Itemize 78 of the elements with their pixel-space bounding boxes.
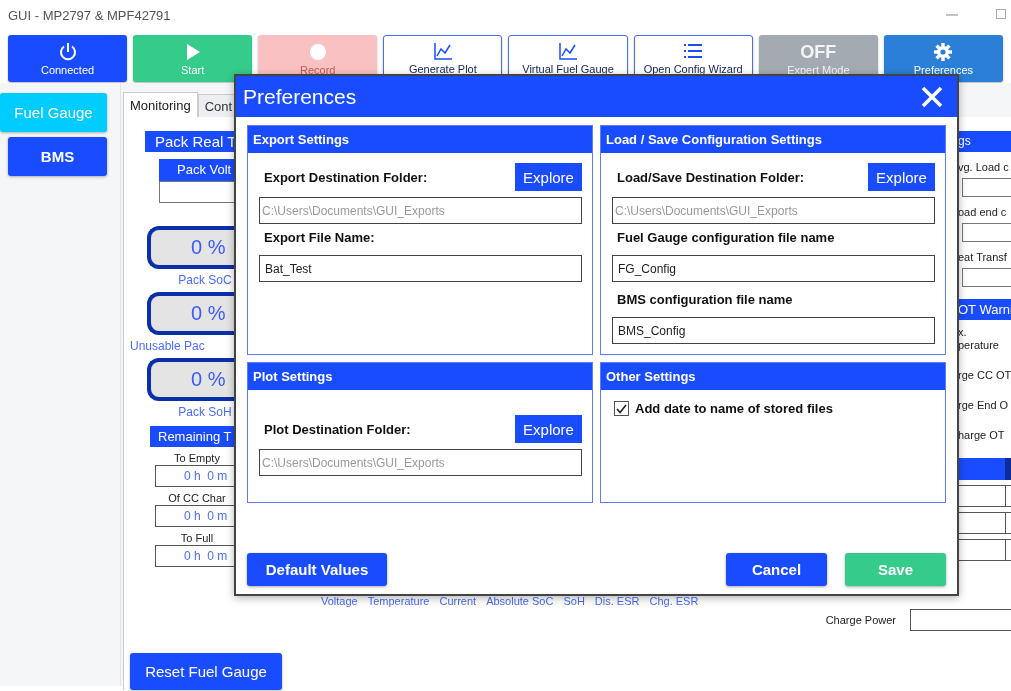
time-field: 0 h 0 m bbox=[155, 545, 235, 567]
time-label: To Full bbox=[179, 532, 215, 545]
button-label: Open Config Wizard bbox=[643, 63, 743, 75]
warning-label: rge End O bbox=[958, 399, 1010, 412]
button-label: Virtual Fuel Gauge bbox=[522, 63, 614, 75]
power-icon bbox=[57, 43, 78, 61]
button-label: Connected bbox=[40, 64, 95, 76]
field-label: Plot Destination Folder: bbox=[263, 421, 411, 437]
setting-field[interactable] bbox=[962, 178, 1011, 197]
field-label: Fuel Gauge configuration file name bbox=[616, 230, 836, 245]
column-label: SoH bbox=[563, 594, 585, 609]
button-label: Start bbox=[181, 64, 205, 76]
reset-fuel-gauge-button[interactable]: Reset Fuel Gauge bbox=[130, 653, 282, 690]
time-field: 0 h 0 m bbox=[155, 505, 235, 527]
explore-button[interactable]: Explore bbox=[515, 415, 582, 443]
default-values-button[interactable]: Default Values bbox=[247, 553, 387, 586]
card-header: Load / Save Configuration Settings bbox=[601, 126, 945, 153]
gauge-label: Unusable Pac bbox=[130, 339, 206, 353]
line-chart-icon bbox=[432, 42, 453, 60]
card-header: Other Settings bbox=[601, 363, 945, 390]
section-header: gs bbox=[958, 131, 1011, 152]
section-header: Remaining T bbox=[150, 426, 235, 447]
button-label: Record bbox=[300, 64, 336, 76]
text-field[interactable]: BMS_Config bbox=[612, 317, 935, 344]
mode-status-label: OFF bbox=[800, 43, 837, 61]
cancel-button[interactable]: Cancel bbox=[726, 553, 827, 586]
percent-display: 0 % bbox=[147, 226, 235, 269]
field-label: BMS configuration file name bbox=[616, 292, 794, 307]
charge-power-label: Charge Power bbox=[825, 614, 896, 626]
gauge-label: Pack SoH bbox=[177, 405, 233, 419]
button-label: Generate Plot bbox=[408, 63, 477, 75]
close-button[interactable] bbox=[921, 85, 943, 108]
record-icon bbox=[307, 43, 328, 61]
gauge-label: Pack SoC bbox=[177, 273, 233, 287]
setting-field[interactable] bbox=[962, 268, 1011, 287]
field-label: Export File Name: bbox=[263, 230, 376, 245]
column-label: Voltage bbox=[321, 594, 358, 609]
field-label: Export Destination Folder: bbox=[263, 169, 428, 185]
text-field[interactable]: Bat_Test bbox=[259, 255, 582, 282]
close-icon bbox=[921, 85, 943, 108]
field-label: Load/Save Destination Folder: bbox=[616, 169, 805, 185]
warning-label: harge OT bbox=[958, 429, 1006, 442]
setting-label: eat Transf bbox=[958, 251, 1008, 264]
line-chart-icon bbox=[558, 42, 579, 60]
setting-field[interactable] bbox=[962, 223, 1011, 242]
card-header: Plot Settings bbox=[248, 363, 592, 390]
column-label: Temperature bbox=[367, 594, 430, 609]
explore-button[interactable]: Explore bbox=[868, 163, 935, 191]
column-label: Dis. ESR bbox=[594, 594, 640, 609]
column-label: Current bbox=[439, 594, 477, 609]
text-field[interactable]: FG_Config bbox=[612, 255, 935, 282]
section-header: OT Warni bbox=[958, 299, 1011, 320]
setting-label: oad end c bbox=[958, 206, 1008, 219]
checkbox-box[interactable] bbox=[614, 401, 629, 416]
list-icon bbox=[683, 42, 704, 60]
toolbar-button[interactable]: Connected bbox=[8, 35, 128, 82]
column-header: Pack Volt bbox=[159, 159, 235, 181]
card-header: Export Settings bbox=[248, 126, 592, 153]
dialog-title: Preferences bbox=[243, 84, 357, 109]
window-title: GUI - MP2797 & MPF42791 bbox=[8, 7, 171, 23]
setting-label: vg. Load c bbox=[958, 161, 1010, 174]
time-field: 0 h 0 m bbox=[155, 465, 235, 487]
explore-button[interactable]: Explore bbox=[515, 163, 582, 191]
check-icon bbox=[616, 403, 627, 414]
checkbox-label: Add date to name of stored files bbox=[635, 401, 833, 416]
percent-display: 0 % bbox=[147, 358, 235, 401]
warning-label: rge CC OT bbox=[958, 369, 1011, 382]
button-label: Expert Mode bbox=[787, 64, 850, 76]
checkbox[interactable]: Add date to name of stored files bbox=[612, 401, 935, 416]
column-label: Absolute SoC bbox=[486, 594, 554, 609]
button-label: Preferences bbox=[913, 64, 974, 76]
percent-display: 0 % bbox=[147, 292, 235, 335]
time-label: Of CC Char bbox=[167, 492, 227, 505]
sidebar-item[interactable]: BMS bbox=[8, 137, 107, 176]
settings-icon bbox=[933, 43, 954, 61]
column-label: Chg. ESR bbox=[649, 594, 699, 609]
time-label: To Empty bbox=[173, 452, 221, 465]
tab[interactable]: Monitoring bbox=[123, 92, 198, 117]
